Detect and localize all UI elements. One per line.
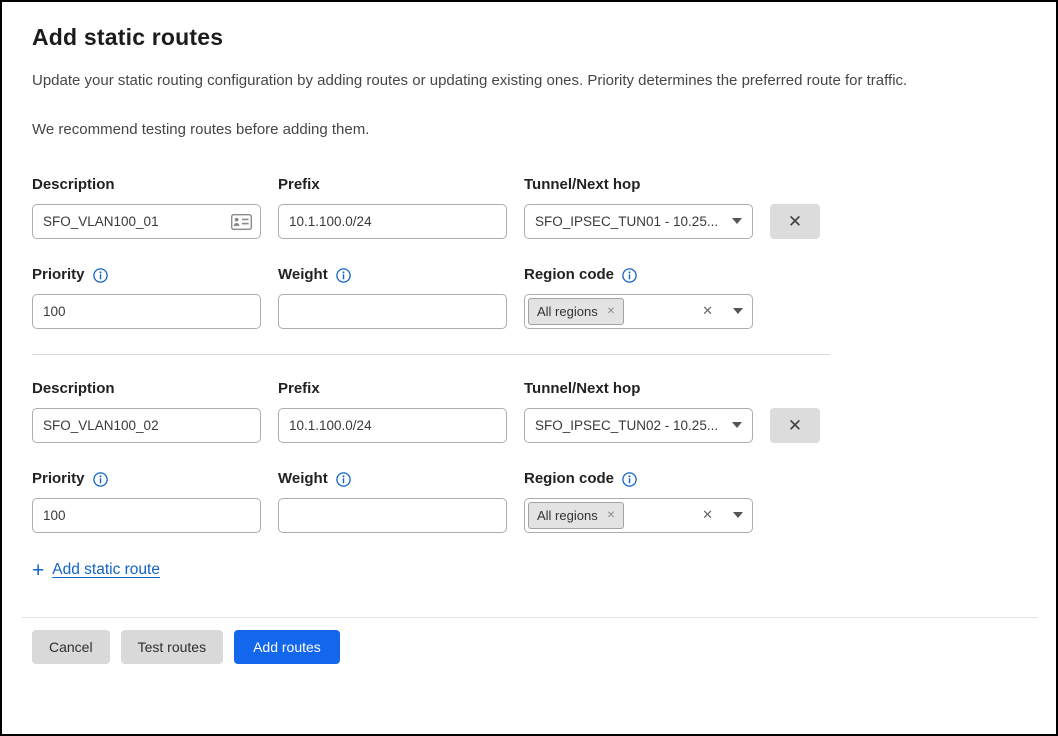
tunnel-select[interactable]: SFO_IPSEC_TUN02 - 10.25...	[524, 408, 753, 443]
info-icon[interactable]	[336, 472, 351, 487]
remove-route-button[interactable]: ✕	[770, 204, 820, 239]
recommendation-text: We recommend testing routes before addin…	[32, 120, 1028, 140]
priority-label: Priority	[32, 265, 261, 285]
tag-remove-icon[interactable]: ✕	[607, 510, 615, 521]
route2-main-row: Description Prefix Tunnel/Next hop SFO_I	[32, 379, 830, 443]
route2-description-field: Description	[32, 379, 261, 443]
chevron-down-icon	[732, 218, 742, 224]
description-label: Description	[32, 379, 261, 399]
chevron-down-icon	[732, 422, 742, 428]
info-icon[interactable]	[622, 472, 637, 487]
tunnel-label: Tunnel/Next hop	[524, 379, 753, 399]
route2-prefix-field: Prefix	[278, 379, 507, 443]
chevron-down-icon	[733, 512, 743, 518]
plus-icon: +	[32, 560, 44, 581]
region-code-label: Region code	[524, 265, 753, 285]
add-static-routes-dialog: Add static routes Update your static rou…	[2, 2, 1056, 664]
route1-main-row: Description	[32, 175, 830, 239]
prefix-input[interactable]	[278, 204, 507, 239]
info-icon[interactable]	[622, 268, 637, 283]
autofill-contact-card-icon[interactable]	[231, 214, 252, 230]
route2-tunnel-field: Tunnel/Next hop SFO_IPSEC_TUN02 - 10.25.…	[524, 379, 753, 443]
test-routes-button[interactable]: Test routes	[121, 630, 223, 664]
route1-prefix-field: Prefix	[278, 175, 507, 239]
route1-region-field: Region code All regions ✕	[524, 265, 753, 329]
route-editor-1: Description	[32, 175, 830, 329]
tunnel-select[interactable]: SFO_IPSEC_TUN01 - 10.25...	[524, 204, 753, 239]
footer-actions: Cancel Test routes Add routes	[32, 630, 1028, 664]
chevron-down-icon	[733, 308, 743, 314]
info-icon[interactable]	[93, 472, 108, 487]
prefix-label: Prefix	[278, 379, 507, 399]
info-icon[interactable]	[93, 268, 108, 283]
route1-description-field: Description	[32, 175, 261, 239]
description-input[interactable]	[32, 204, 261, 239]
clear-selection-icon[interactable]: ✕	[702, 507, 713, 523]
region-tag: All regions ✕	[528, 298, 624, 325]
section-divider	[32, 354, 830, 355]
route-editor-2: Description Prefix Tunnel/Next hop SFO_I	[32, 379, 830, 533]
footer-divider	[22, 617, 1038, 618]
region-multiselect[interactable]: All regions ✕ ✕	[524, 294, 753, 329]
priority-input[interactable]	[32, 294, 261, 329]
weight-label: Weight	[278, 265, 507, 285]
description-label: Description	[32, 175, 261, 195]
prefix-label: Prefix	[278, 175, 507, 195]
weight-input[interactable]	[278, 498, 507, 533]
route1-tunnel-field: Tunnel/Next hop SFO_IPSEC_TUN01 - 10.25.…	[524, 175, 753, 239]
route2-weight-field: Weight	[278, 469, 507, 533]
tag-remove-icon[interactable]: ✕	[607, 306, 615, 317]
region-multiselect[interactable]: All regions ✕ ✕	[524, 498, 753, 533]
route2-region-field: Region code All regions ✕	[524, 469, 753, 533]
info-icon[interactable]	[336, 268, 351, 283]
tunnel-label: Tunnel/Next hop	[524, 175, 753, 195]
region-code-label: Region code	[524, 469, 753, 489]
remove-route-button[interactable]: ✕	[770, 408, 820, 443]
add-routes-button[interactable]: Add routes	[234, 630, 340, 664]
description-input[interactable]	[32, 408, 261, 443]
page-title: Add static routes	[32, 24, 1028, 51]
route2-secondary-row: Priority Weight	[32, 469, 830, 533]
region-tag: All regions ✕	[528, 502, 624, 529]
prefix-input[interactable]	[278, 408, 507, 443]
route1-weight-field: Weight	[278, 265, 507, 329]
routes-form: Description	[32, 175, 830, 581]
route2-priority-field: Priority	[32, 469, 261, 533]
intro-text: Update your static routing configuration…	[32, 71, 1028, 91]
cancel-button[interactable]: Cancel	[32, 630, 110, 664]
priority-label: Priority	[32, 469, 261, 489]
add-static-route-row: + Add static route	[32, 560, 830, 581]
route1-secondary-row: Priority Weight	[32, 265, 830, 329]
weight-label: Weight	[278, 469, 507, 489]
route1-priority-field: Priority	[32, 265, 261, 329]
priority-input[interactable]	[32, 498, 261, 533]
add-static-route-link[interactable]: Add static route	[52, 561, 160, 579]
weight-input[interactable]	[278, 294, 507, 329]
clear-selection-icon[interactable]: ✕	[702, 303, 713, 319]
